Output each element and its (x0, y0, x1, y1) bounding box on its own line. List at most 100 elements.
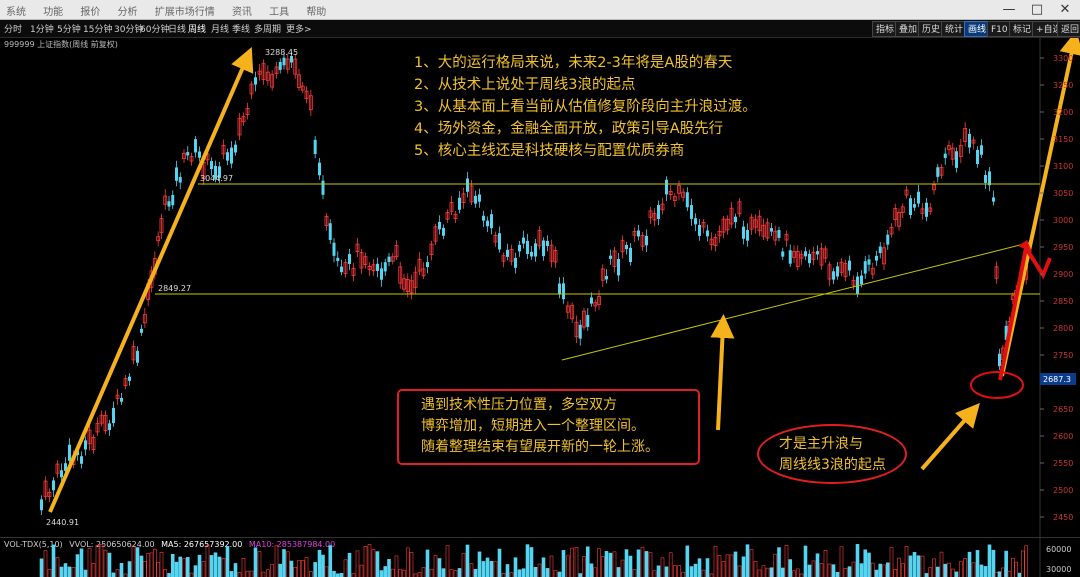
volume-bar (549, 555, 554, 577)
volume-bar (1017, 572, 1022, 577)
candle-body (348, 254, 351, 265)
period-button[interactable]: 分时 (4, 22, 22, 35)
volume-bar (321, 554, 325, 577)
volume-bar (928, 567, 933, 577)
volume-bar (185, 557, 190, 577)
volume-bar (529, 547, 534, 577)
volume-bar (967, 551, 972, 577)
note-4: 4、场外资金，金融全面开放，政策引导A股先行 (414, 121, 724, 137)
upper-level-label: 3044.97 (200, 174, 233, 183)
candle-body (482, 215, 485, 221)
volume-bar (457, 568, 462, 577)
volume-bar (761, 565, 766, 577)
candle-body (321, 180, 325, 195)
volume-bar (713, 545, 718, 577)
volume-bar (729, 554, 734, 577)
period-button[interactable]: 60分钟 (140, 22, 169, 35)
candle-body (558, 283, 561, 294)
volume-bar (174, 561, 179, 577)
volume-bar (870, 562, 875, 577)
main-menu: 系统 功能 报价 分析 扩展市场行情 资讯 工具 帮助 (6, 3, 340, 18)
menu-item[interactable]: 功能 (43, 7, 63, 18)
price-tick-label: 2450 (1053, 513, 1073, 522)
volume-bar (815, 553, 820, 577)
volume-bar (371, 549, 376, 577)
candle-body (52, 480, 55, 491)
volume-bar (469, 563, 474, 577)
current-price-tag: 2687.3 (1040, 373, 1076, 385)
minimize-button[interactable]: — (996, 0, 1022, 20)
volume-bar (893, 569, 898, 577)
candle-body (609, 255, 612, 259)
volume-bar (304, 557, 309, 577)
candle-body (690, 205, 693, 219)
candle-body (40, 499, 43, 511)
volume-bar (383, 566, 388, 577)
volume-bar (75, 554, 80, 577)
period-button[interactable]: 5分钟 (57, 22, 81, 35)
more-periods-button[interactable]: 更多> (286, 22, 312, 35)
volume-bar (725, 554, 730, 577)
volume-bar (983, 566, 988, 577)
menu-item[interactable]: 报价 (80, 7, 100, 18)
price-tick-label: 3150 (1053, 135, 1073, 144)
volume-bar (811, 560, 816, 577)
symbol-info: 999999 上证指数(周线 前复权) (4, 40, 118, 49)
volume-bar (266, 569, 270, 577)
back-button[interactable]: 返回 (1057, 21, 1080, 37)
candle-body (980, 145, 983, 155)
volume-bar (513, 557, 518, 577)
candle-body (178, 177, 182, 183)
volume-bar (721, 561, 726, 577)
candle-body (167, 201, 171, 207)
volume-bar (582, 556, 586, 577)
volume-bar (359, 564, 364, 577)
f10-button[interactable]: F10 (987, 21, 1012, 37)
volume-bar (777, 547, 781, 577)
candle-body (856, 276, 859, 294)
price-tick-label: 2650 (1053, 405, 1073, 414)
period-button[interactable]: 日线 (168, 22, 186, 35)
menu-item[interactable]: 系统 (6, 7, 26, 18)
volume-bar (493, 561, 498, 577)
volume-bar (449, 569, 454, 577)
candle-body (936, 167, 940, 177)
volume-bar (501, 572, 506, 577)
close-button[interactable]: ✕ (1052, 0, 1078, 20)
menu-item[interactable]: 扩展市场行情 (155, 7, 215, 18)
volume-bar (317, 549, 322, 577)
volume-bar (425, 549, 430, 577)
candle-body (698, 225, 701, 236)
candle-body (186, 152, 190, 156)
price-tick-label: 3100 (1053, 162, 1073, 171)
candle-body (474, 195, 477, 204)
volume-bar (681, 571, 685, 577)
volume-bar (170, 553, 175, 577)
maximize-button[interactable]: □ (1024, 0, 1050, 20)
period-button[interactable]: 15分钟 (83, 22, 112, 35)
volume-bar (309, 571, 313, 577)
candle-body (665, 179, 668, 195)
volume-tick: 30000 (1046, 565, 1071, 574)
period-toolbar: 分时 1分钟 5分钟 15分钟 30分钟 60分钟 日线 周线 月线 季线 多周… (0, 20, 1080, 38)
volume-bar (839, 546, 844, 577)
candle-body (198, 151, 201, 158)
menu-item[interactable]: 资讯 (232, 7, 252, 18)
volume-bar (245, 570, 250, 577)
candle-body (968, 133, 971, 148)
volume-bar (261, 571, 266, 577)
candle-body (878, 246, 882, 254)
period-button[interactable]: 1分钟 (30, 22, 54, 35)
period-button[interactable]: 季线 (232, 22, 250, 35)
volume-bar (784, 544, 789, 577)
period-button-active[interactable]: 周线 (188, 22, 206, 35)
menu-item[interactable]: 分析 (118, 7, 138, 18)
period-button[interactable]: 多周期 (254, 22, 281, 35)
volume-bar (765, 567, 770, 577)
period-button[interactable]: 月线 (211, 22, 229, 35)
menu-item[interactable]: 帮助 (306, 7, 326, 18)
volume-bar (987, 544, 992, 577)
volume-bar (757, 569, 762, 577)
volume-bar (780, 567, 785, 577)
menu-item[interactable]: 工具 (269, 7, 289, 18)
